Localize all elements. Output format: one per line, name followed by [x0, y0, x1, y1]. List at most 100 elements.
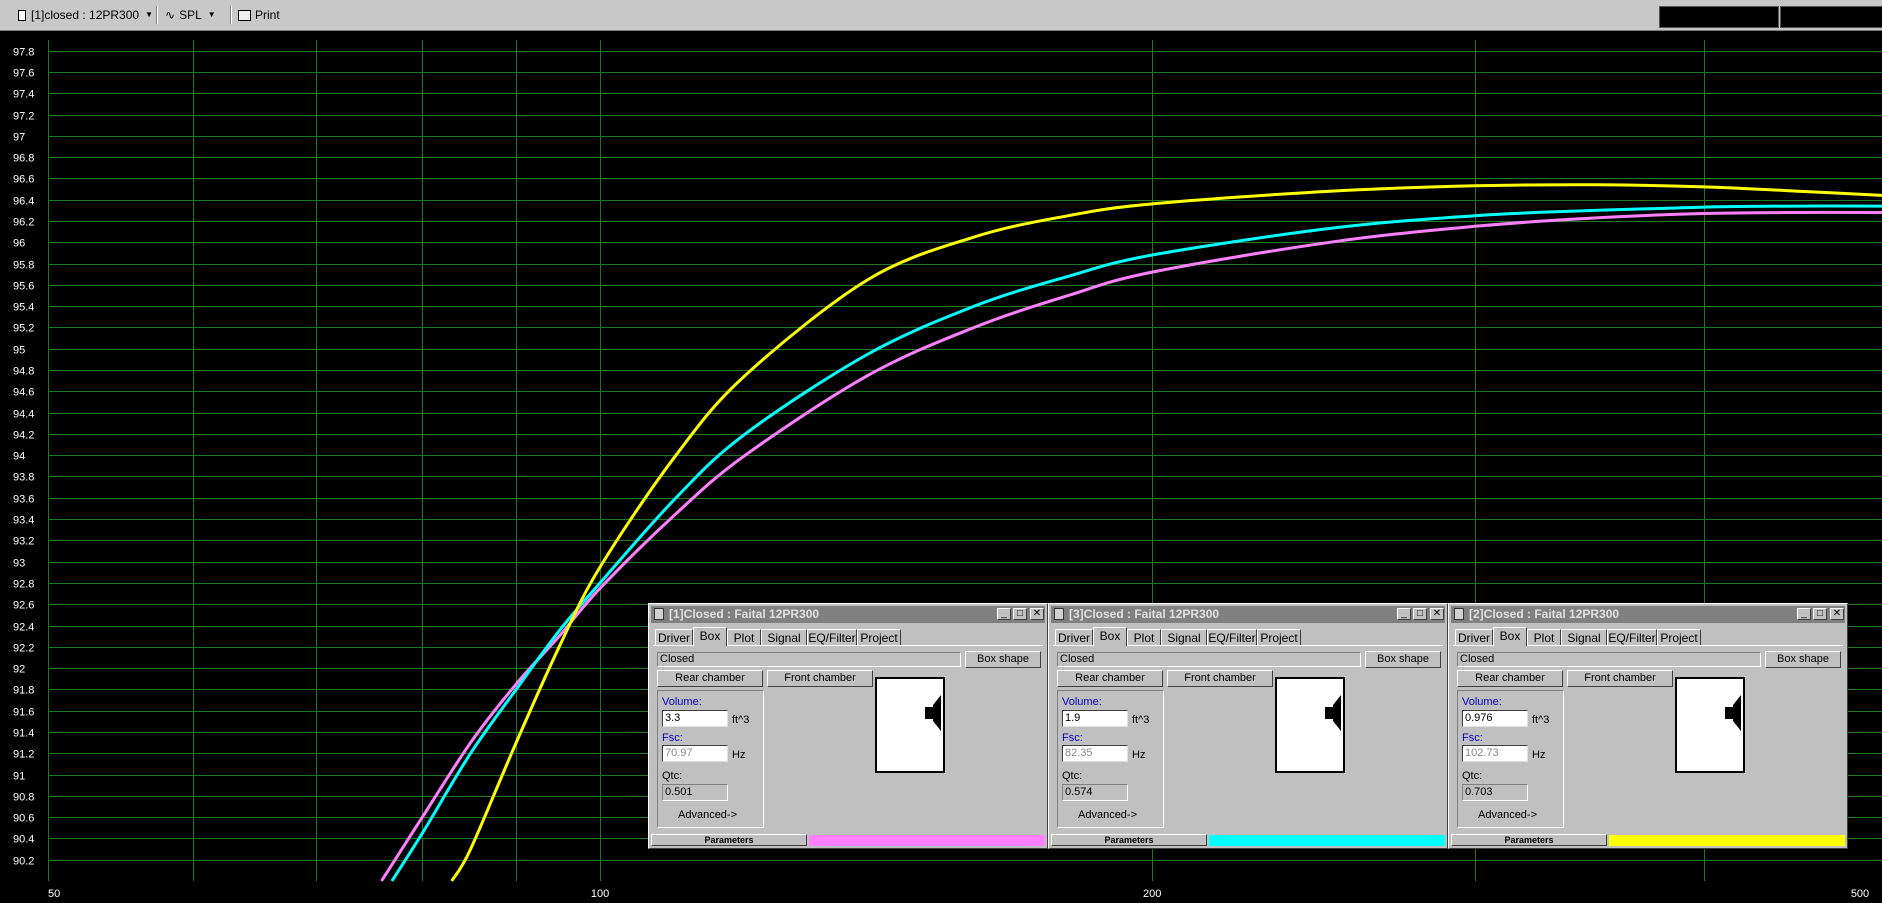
close-button[interactable]: ✕ [1030, 608, 1044, 620]
maximize-button[interactable]: □ [1013, 608, 1027, 620]
advanced-button[interactable]: Advanced-> [678, 809, 737, 821]
y-tick-label: 95 [13, 345, 25, 357]
tab-signal[interactable]: Signal [761, 629, 807, 645]
front-chamber-button[interactable]: Front chamber [1567, 670, 1673, 687]
y-tick-label: 96.2 [13, 217, 34, 229]
series-color-swatch [1209, 835, 1445, 846]
window-icon [1454, 608, 1464, 620]
panel-bottom-bar: Parameters [1451, 834, 1845, 846]
graph-selector[interactable]: ∿ SPL ▼ [165, 5, 216, 25]
tab-driver[interactable]: Driver [655, 629, 693, 645]
panel-titlebar[interactable]: [2]Closed : Faital 12PR300 _ □ ✕ [1451, 606, 1845, 623]
tab-eq-filter[interactable]: EQ/Filter [1207, 629, 1257, 645]
parameters-button[interactable]: Parameters [651, 834, 807, 846]
tab-project[interactable]: Project [857, 629, 901, 645]
panel-titlebar[interactable]: [1]Closed : Faital 12PR300 _ □ ✕ [651, 606, 1045, 623]
advanced-button[interactable]: Advanced-> [1078, 809, 1137, 821]
y-tick-label: 96.6 [13, 174, 34, 186]
tab-eq-filter[interactable]: EQ/Filter [807, 629, 857, 645]
tab-plot[interactable]: Plot [1127, 629, 1161, 645]
project-selector[interactable]: [1]closed : 12PR300 ▼ [18, 5, 153, 25]
volume-label: Volume: [1462, 696, 1502, 708]
fsc-input: 102.73 [1462, 745, 1528, 762]
tab-project[interactable]: Project [1257, 629, 1301, 645]
tab-signal[interactable]: Signal [1161, 629, 1207, 645]
volume-input[interactable]: 0.976 [1462, 710, 1528, 727]
volume-unit: ft^3 [1532, 714, 1550, 726]
close-button[interactable]: ✕ [1430, 608, 1444, 620]
volume-label: Volume: [662, 696, 702, 708]
window-icon [1054, 608, 1064, 620]
print-button-label: Print [255, 8, 280, 22]
fsc-label: Fsc: [1462, 732, 1483, 744]
qtc-value: 0.703 [1462, 784, 1528, 801]
advanced-button[interactable]: Advanced-> [1478, 809, 1537, 821]
fsc-label: Fsc: [662, 732, 683, 744]
printer-icon [238, 9, 251, 21]
toolbar: [1]closed : 12PR300 ▼ ∿ SPL ▼ Print [0, 0, 1882, 31]
volume-input[interactable]: 1.9 [1062, 710, 1128, 727]
x-tick-label: 200 [1143, 888, 1161, 900]
close-button[interactable]: ✕ [1830, 608, 1844, 620]
panel-bottom-bar: Parameters [1051, 834, 1445, 846]
fsc-unit: Hz [1532, 749, 1546, 761]
y-tick-label: 93 [13, 558, 25, 570]
panel-title: [3]Closed : Faital 12PR300 [1069, 607, 1220, 621]
tab-project[interactable]: Project [1657, 629, 1701, 645]
closed-box-diagram [875, 677, 945, 773]
parameters-button[interactable]: Parameters [1451, 834, 1607, 846]
y-tick-label: 90.2 [13, 856, 34, 868]
y-tick-label: 94.8 [13, 366, 34, 378]
fsc-input: 82.35 [1062, 745, 1128, 762]
y-tick-label: 91.8 [13, 685, 34, 697]
fsc-input: 70.97 [662, 745, 728, 762]
y-tick-label: 93.4 [13, 515, 34, 527]
tab-box[interactable]: Box [693, 627, 727, 646]
tab-box[interactable]: Box [1493, 627, 1527, 646]
rear-chamber-button[interactable]: Rear chamber [1057, 670, 1163, 687]
maximize-button[interactable]: □ [1413, 608, 1427, 620]
box-shape-button[interactable]: Box shape [1765, 651, 1841, 668]
chevron-down-icon: ▼ [145, 10, 153, 19]
y-tick-label: 91.6 [13, 707, 34, 719]
document-icon [18, 9, 26, 21]
volume-unit: ft^3 [1132, 714, 1150, 726]
chevron-down-icon: ▼ [207, 10, 216, 19]
tab-driver[interactable]: Driver [1455, 629, 1493, 645]
minimize-button[interactable]: _ [1797, 608, 1811, 620]
tab-signal[interactable]: Signal [1561, 629, 1607, 645]
rear-chamber-button[interactable]: Rear chamber [1457, 670, 1563, 687]
front-chamber-button[interactable]: Front chamber [767, 670, 873, 687]
y-tick-label: 97.2 [13, 111, 34, 123]
panel-titlebar[interactable]: [3]Closed : Faital 12PR300 _ □ ✕ [1051, 606, 1445, 623]
tab-driver[interactable]: Driver [1055, 629, 1093, 645]
qtc-label: Qtc: [1062, 770, 1083, 782]
box-type-field: Closed [657, 652, 961, 667]
y-tick-label: 92.2 [13, 643, 34, 655]
box-type-field: Closed [1057, 652, 1361, 667]
project-selector-label: [1]closed : 12PR300 [31, 8, 140, 22]
tab-eq-filter[interactable]: EQ/Filter [1607, 629, 1657, 645]
parameters-button[interactable]: Parameters [1051, 834, 1207, 846]
qtc-label: Qtc: [662, 770, 683, 782]
maximize-button[interactable]: □ [1813, 608, 1827, 620]
tab-box[interactable]: Box [1093, 627, 1127, 646]
fsc-unit: Hz [1132, 749, 1146, 761]
front-chamber-button[interactable]: Front chamber [1167, 670, 1273, 687]
minimize-button[interactable]: _ [997, 608, 1011, 620]
tab-plot[interactable]: Plot [1527, 629, 1561, 645]
toolbar-display-1 [1659, 6, 1779, 28]
minimize-button[interactable]: _ [1397, 608, 1411, 620]
rear-chamber-button[interactable]: Rear chamber [657, 670, 763, 687]
y-tick-label: 97 [13, 132, 25, 144]
tab-plot[interactable]: Plot [727, 629, 761, 645]
volume-input[interactable]: 3.3 [662, 710, 728, 727]
y-tick-label: 93.8 [13, 472, 34, 484]
box-shape-button[interactable]: Box shape [1365, 651, 1441, 668]
y-tick-label: 94.6 [13, 387, 34, 399]
panel-bottom-bar: Parameters [651, 834, 1045, 846]
box-shape-button[interactable]: Box shape [965, 651, 1041, 668]
panel-tabs: Driver Box Plot Signal EQ/Filter Project [653, 627, 1043, 646]
print-button[interactable]: Print [238, 5, 280, 25]
series-color-swatch [1609, 835, 1845, 846]
